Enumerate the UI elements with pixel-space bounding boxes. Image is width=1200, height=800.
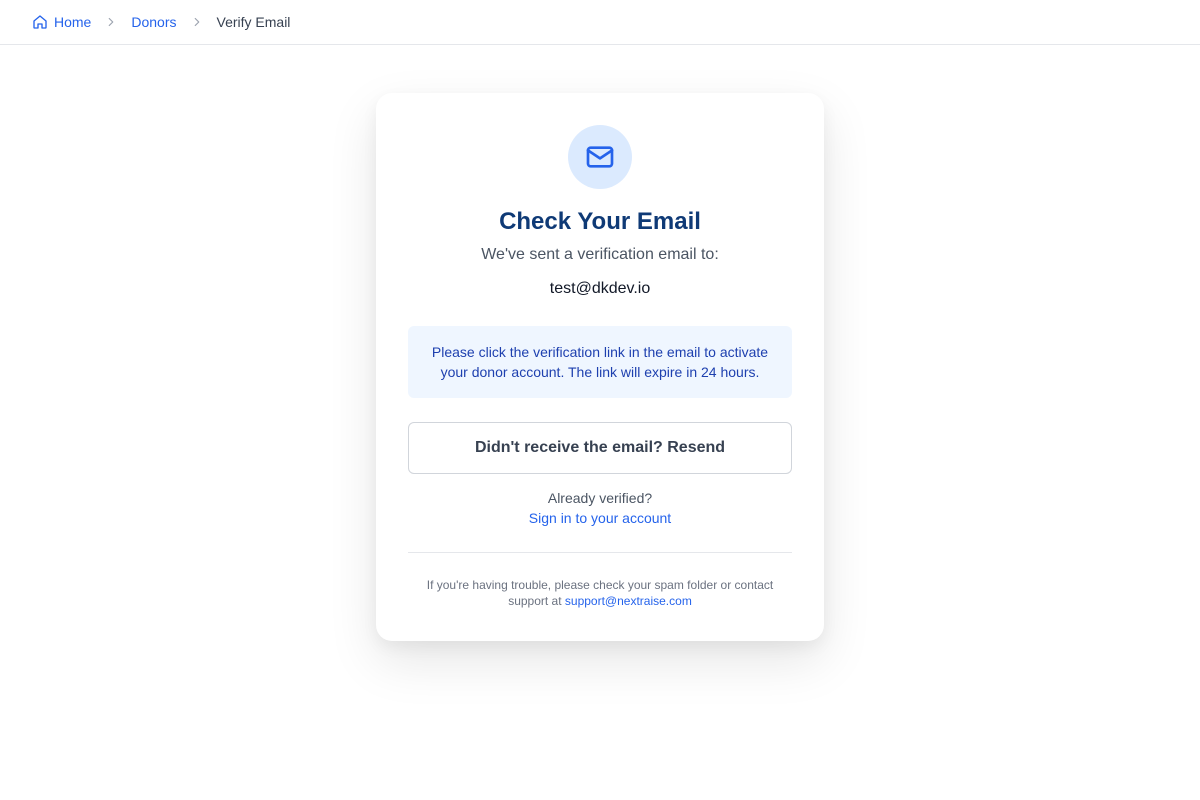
sign-in-link[interactable]: Sign in to your account: [529, 508, 671, 528]
divider: [408, 552, 792, 553]
support-email-link[interactable]: support@nextraise.com: [565, 594, 692, 608]
breadcrumb-home-label: Home: [54, 14, 92, 30]
chevron-right-icon: [91, 15, 131, 29]
main-content: Check Your Email We've sent a verificati…: [0, 45, 1200, 800]
verification-notice: Please click the verification link in th…: [408, 326, 792, 398]
breadcrumb: Home Donors Verify Email: [32, 14, 290, 30]
breadcrumb-donors-link[interactable]: Donors: [131, 14, 176, 30]
already-verified-text: Already verified?: [547, 490, 653, 506]
mail-icon: [584, 141, 616, 173]
recipient-email: test@dkdev.io: [549, 280, 651, 297]
breadcrumb-current: Verify Email: [216, 14, 291, 30]
page-title: Check Your Email: [499, 208, 701, 235]
chevron-right-icon: [177, 15, 217, 29]
top-bar: Home Donors Verify Email: [0, 0, 1200, 45]
breadcrumb-donors-label: Donors: [131, 14, 177, 30]
verify-email-card: Check Your Email We've sent a verificati…: [376, 93, 824, 641]
mail-icon-circle: [568, 125, 632, 189]
resend-email-button[interactable]: Didn't receive the email? Resend: [408, 422, 792, 474]
home-icon: [32, 14, 48, 30]
breadcrumb-home-link[interactable]: Home: [32, 14, 91, 30]
help-text: If you're having trouble, please check y…: [408, 577, 792, 609]
verification-subtitle: We've sent a verification email to:: [481, 246, 719, 263]
